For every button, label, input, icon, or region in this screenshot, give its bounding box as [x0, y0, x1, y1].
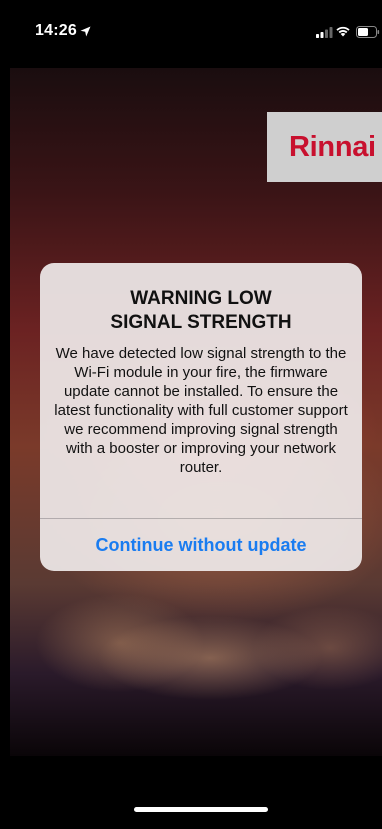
location-arrow-icon	[80, 24, 91, 42]
status-time: 14:26	[35, 22, 77, 39]
warning-alert-dialog: WARNING LOW SIGNAL STRENGTH We have dete…	[40, 263, 362, 571]
continue-without-update-button[interactable]: Continue without update	[40, 519, 362, 571]
cellular-signal-icon	[316, 25, 333, 43]
brand-logo: Rinnai	[267, 112, 382, 182]
battery-icon	[356, 25, 380, 43]
status-bar: 14:26	[0, 0, 382, 68]
brand-logo-text: Rinnai	[289, 130, 376, 163]
alert-message: We have detected low signal strength to …	[54, 345, 348, 476]
alert-title: WARNING LOW SIGNAL STRENGTH	[110, 288, 292, 333]
wifi-icon	[335, 24, 351, 42]
bottom-bar	[10, 756, 382, 829]
home-indicator[interactable]	[134, 807, 268, 812]
